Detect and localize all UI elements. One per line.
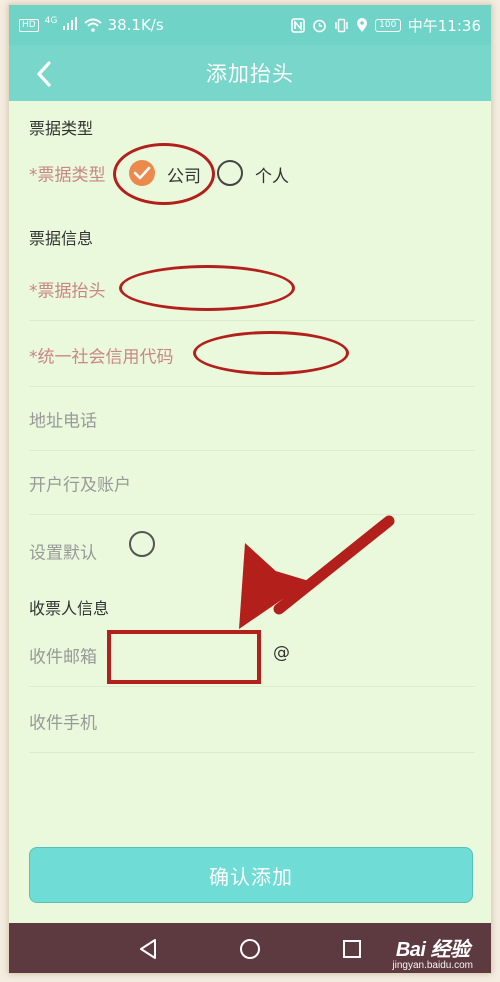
bank-account-label: 开户行及账户: [29, 475, 131, 495]
triangle-back-icon: [140, 939, 156, 959]
section-invoice-type: 票据类型: [29, 119, 94, 138]
status-left: HD 4G 38.1K/s: [19, 16, 164, 34]
email-label: 收件邮箱: [29, 647, 97, 667]
radio-company[interactable]: [129, 160, 155, 186]
signal-icon: [62, 17, 77, 30]
invoice-title-input[interactable]: [129, 269, 305, 309]
email-at-sign: @: [273, 643, 290, 663]
network-type: 4G: [45, 16, 78, 34]
square-recents-icon: [343, 940, 361, 958]
invoice-type-row: *票据类型 公司 个人: [29, 141, 475, 205]
network-label: 4G: [44, 16, 58, 26]
title-bar: 添加抬头: [9, 45, 491, 101]
status-bar: HD 4G 38.1K/s 100 中午11:36: [9, 5, 491, 45]
hd-indicator: HD: [19, 18, 39, 32]
invoice-title-label: *票据抬头: [29, 281, 106, 301]
section-recipient-info: 收票人信息: [29, 599, 110, 618]
battery-level: 100: [379, 19, 397, 30]
radio-personal[interactable]: [217, 160, 243, 186]
page-title: 添加抬头: [206, 62, 294, 86]
circle-home-icon: [240, 939, 260, 959]
watermark-logo: Bai 经验: [395, 939, 470, 961]
set-default-row: 设置默认: [29, 515, 475, 579]
status-time: 中午11:36: [407, 16, 481, 35]
address-phone-row[interactable]: 地址电话: [29, 387, 475, 451]
network-speed: 38.1K/s: [107, 16, 164, 34]
address-phone-label: 地址电话: [29, 411, 97, 431]
set-default-label: 设置默认: [29, 543, 97, 564]
baidu-jingyan-watermark: Bai 经验 jingyan.baidu.com: [392, 933, 473, 971]
battery-icon: 100: [374, 18, 401, 32]
wifi-icon: [83, 18, 102, 32]
recipient-phone-row[interactable]: 收件手机: [29, 689, 475, 753]
confirm-add-button[interactable]: 确认添加: [29, 847, 473, 903]
email-row: 收件邮箱 @: [29, 623, 475, 687]
nav-recents-button[interactable]: [337, 934, 367, 964]
credit-code-input[interactable]: [201, 335, 357, 375]
location-icon: [356, 17, 367, 32]
email-input[interactable]: [115, 631, 261, 679]
radio-personal-label[interactable]: 个人: [255, 162, 289, 187]
invoice-title-row: *票据抬头: [29, 257, 475, 321]
section-invoice-info: 票据信息: [29, 229, 94, 248]
credit-code-label: *统一社会信用代码: [29, 347, 174, 367]
android-nav-bar: Bai 经验 jingyan.baidu.com: [9, 923, 491, 973]
nav-home-button[interactable]: [235, 934, 265, 964]
status-right: 100 中午11:36: [290, 15, 481, 36]
chevron-left-icon: [37, 61, 51, 87]
default-toggle[interactable]: [129, 531, 155, 557]
radio-company-label[interactable]: 公司: [167, 162, 201, 187]
invoice-type-label: *票据类型: [29, 165, 106, 186]
alarm-icon: [312, 19, 326, 32]
vibrate-icon: [335, 18, 348, 32]
checkmark-icon: [133, 166, 151, 180]
credit-code-row: *统一社会信用代码: [29, 323, 475, 387]
nav-back-button[interactable]: [133, 934, 163, 964]
nfc-icon: [290, 17, 305, 33]
bank-account-row[interactable]: 开户行及账户: [29, 451, 475, 515]
screenshot-frame: HD 4G 38.1K/s 100 中午11:36 添加抬头 票据类型 *票据类…: [8, 4, 492, 974]
back-button[interactable]: [27, 57, 61, 91]
watermark-url: jingyan.baidu.com: [392, 960, 473, 971]
recipient-phone-label: 收件手机: [29, 713, 97, 733]
